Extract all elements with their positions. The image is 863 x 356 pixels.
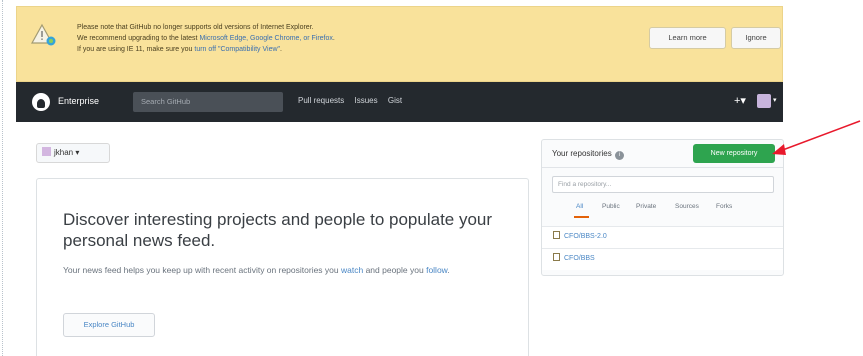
- filter-private[interactable]: Private: [636, 203, 656, 210]
- nav-gist[interactable]: Gist: [388, 96, 402, 105]
- explore-github-button[interactable]: Explore GitHub: [63, 313, 155, 337]
- filter-all[interactable]: All: [576, 203, 583, 210]
- repositories-title-text: Your repositories: [552, 149, 612, 158]
- feed-text-suffix: .: [447, 265, 450, 275]
- ie-warning-banner: Please note that GitHub no longer suppor…: [16, 6, 783, 82]
- global-header: Enterprise Search GitHub Pull requests I…: [16, 82, 783, 122]
- learn-more-button[interactable]: Learn more: [649, 27, 726, 49]
- feed-heading: Discover interesting projects and people…: [63, 210, 493, 250]
- list-item[interactable]: CFO/BBS: [542, 248, 783, 270]
- filter-public[interactable]: Public: [602, 203, 620, 210]
- feed-text-prefix: Your news feed helps you keep up with re…: [63, 265, 341, 275]
- avatar: [42, 147, 51, 156]
- page-edge-guide: [2, 0, 3, 356]
- annotation-arrow-icon: [772, 120, 861, 155]
- chevron-down-icon[interactable]: ▾: [773, 96, 777, 104]
- header-nav: Pull requests Issues Gist: [298, 96, 410, 105]
- warning-icon: [31, 23, 56, 46]
- filter-forks[interactable]: Forks: [716, 203, 732, 210]
- plus-dropdown-icon[interactable]: +▾: [734, 94, 746, 107]
- ignore-button[interactable]: Ignore: [731, 27, 781, 49]
- context-user: jkhan: [54, 148, 74, 157]
- repo-icon: [553, 253, 560, 261]
- banner-line-3-prefix: If you are using IE 11, make sure you: [77, 46, 195, 53]
- search-input[interactable]: Search GitHub: [133, 92, 283, 112]
- browser-links[interactable]: Microsoft Edge, Google Chrome, or Firefo…: [199, 35, 332, 42]
- active-filter-underline: [574, 216, 589, 218]
- banner-line-3-suffix: .: [280, 46, 282, 53]
- repo-link[interactable]: CFO/BBS: [564, 255, 595, 262]
- feed-text-mid: and people you: [363, 265, 427, 275]
- repositories-title: Your repositories i: [552, 149, 624, 160]
- filter-sources[interactable]: Sources: [675, 203, 699, 210]
- user-avatar[interactable]: [757, 94, 771, 108]
- feed-description: Your news feed helps you keep up with re…: [63, 262, 513, 279]
- nav-pull-requests[interactable]: Pull requests: [298, 96, 344, 105]
- banner-text: Please note that GitHub no longer suppor…: [77, 22, 335, 55]
- banner-line-1: Please note that GitHub no longer suppor…: [77, 24, 314, 31]
- banner-line-2-prefix: We recommend upgrading to the latest: [77, 35, 200, 42]
- nav-issues[interactable]: Issues: [354, 96, 377, 105]
- news-feed-blankslate: Discover interesting projects and people…: [36, 178, 529, 356]
- repo-link[interactable]: CFO/BBS-2.0: [564, 233, 607, 240]
- watch-link[interactable]: watch: [341, 265, 363, 275]
- context-switcher[interactable]: jkhan ▾: [36, 143, 110, 163]
- repo-icon: [553, 231, 560, 239]
- banner-line-3: If you are using IE 11, make sure you tu…: [77, 44, 335, 55]
- find-repository-input[interactable]: Find a repository...: [552, 176, 774, 193]
- info-icon[interactable]: i: [614, 151, 624, 160]
- repository-filters: All Public Private Sources Forks: [552, 203, 774, 218]
- banner-line-2-suffix: .: [332, 35, 335, 42]
- follow-link[interactable]: follow: [426, 265, 447, 275]
- list-item[interactable]: CFO/BBS-2.0: [542, 226, 783, 248]
- brand-label[interactable]: Enterprise: [58, 96, 99, 106]
- repositories-panel: Your repositories i New repository Find a…: [541, 139, 784, 276]
- github-logo-icon[interactable]: [32, 93, 50, 111]
- chevron-down-icon: ▾: [75, 148, 80, 157]
- repositories-header: Your repositories i New repository: [542, 140, 783, 168]
- banner-line-2: We recommend upgrading to the latest Mic…: [77, 33, 335, 44]
- compatibility-view-link[interactable]: turn off "Compatibility View": [194, 46, 280, 53]
